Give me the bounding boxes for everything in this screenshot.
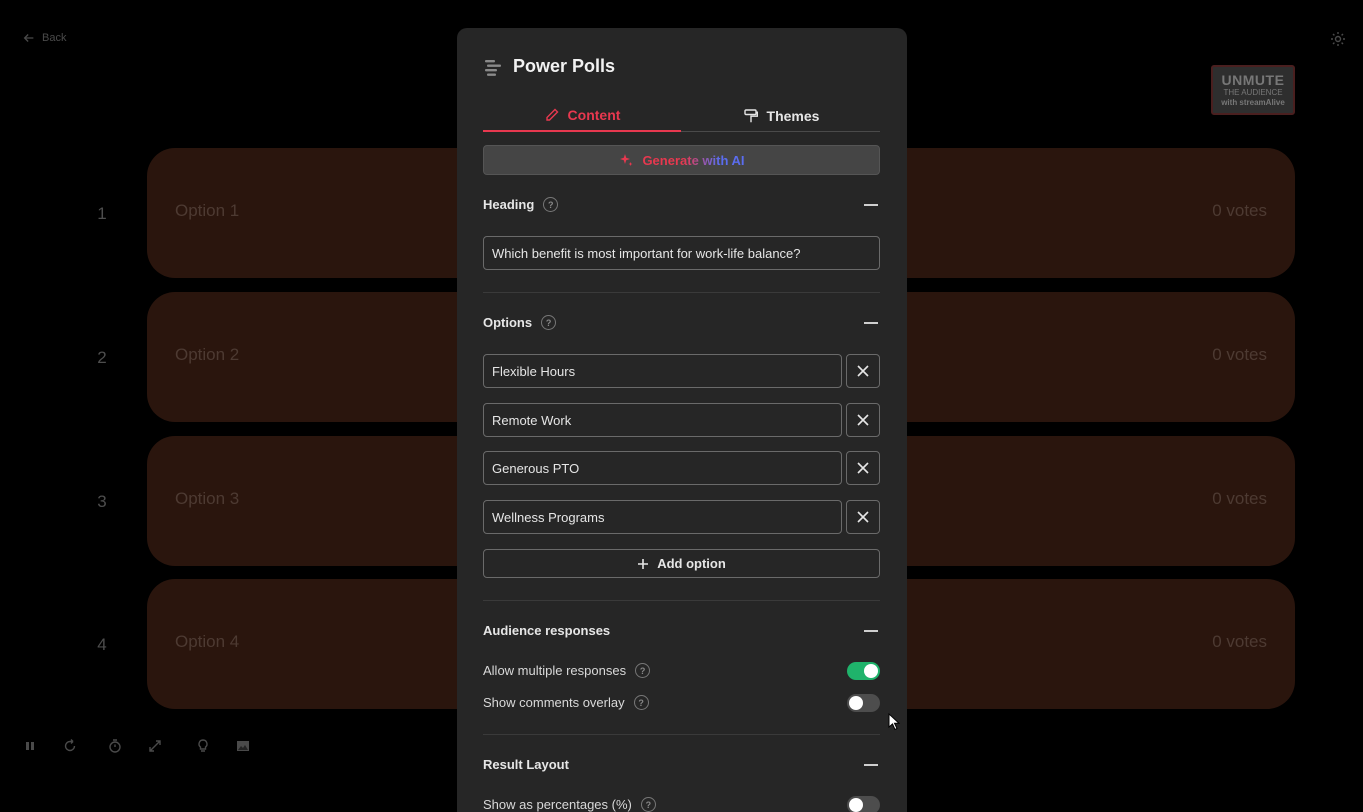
streamalive-logo: UNMUTE THE AUDIENCE with streamAlive <box>1211 65 1295 115</box>
paint-roller-icon <box>743 109 758 123</box>
remove-option-button[interactable] <box>846 500 880 534</box>
plus-icon <box>638 558 649 569</box>
timer-button[interactable] <box>107 738 123 754</box>
collapse-heading-button[interactable] <box>864 204 878 206</box>
back-button[interactable]: Back <box>22 31 66 45</box>
row-number: 2 <box>97 348 107 367</box>
row-number: 3 <box>97 492 107 511</box>
option-input[interactable]: Flexible Hours <box>483 354 842 388</box>
help-icon[interactable]: ? <box>543 197 559 212</box>
remove-option-button[interactable] <box>846 403 880 437</box>
power-polls-panel: Power Polls Content Themes Generate with… <box>457 28 907 812</box>
expand-icon <box>149 740 161 752</box>
collapse-options-button[interactable] <box>864 322 878 324</box>
help-icon[interactable]: ? <box>640 797 656 812</box>
poll-row-votes: 0 votes <box>1212 632 1267 651</box>
allow-multiple-toggle[interactable] <box>847 662 880 680</box>
poll-row-label: Option 4 <box>175 632 240 651</box>
panel-header: Power Polls <box>483 56 615 77</box>
option-input[interactable]: Wellness Programs <box>483 500 842 534</box>
poll-row-votes: 0 votes <box>1212 345 1267 364</box>
tab-themes-label: Themes <box>766 108 820 124</box>
result-layout-section-title: Result Layout <box>483 757 569 772</box>
poll-row-votes: 0 votes <box>1212 201 1267 220</box>
image-button[interactable] <box>235 738 251 754</box>
lightbulb-icon <box>198 739 208 752</box>
divider <box>483 734 880 735</box>
generate-label: Generate with AI <box>642 152 745 168</box>
lightbulb-button[interactable] <box>195 738 211 754</box>
row-number: 4 <box>97 635 107 654</box>
collapse-result-layout-button[interactable] <box>864 764 878 766</box>
toggle-knob <box>849 696 863 710</box>
result-layout-title: Result Layout <box>483 757 569 772</box>
sparkles-icon <box>620 154 633 166</box>
heading-input[interactable]: Which benefit is most important for work… <box>483 236 880 270</box>
back-label: Back <box>42 32 67 44</box>
audience-title: Audience responses <box>483 623 611 638</box>
show-percentages-row: Show as percentages (%) ? <box>483 797 656 812</box>
tab-themes[interactable]: Themes <box>682 100 880 132</box>
toggle-knob <box>864 664 878 678</box>
show-percentages-label: Show as percentages (%) <box>483 797 632 812</box>
remove-option-button[interactable] <box>846 451 880 485</box>
options-section-title: Options ? <box>483 315 557 330</box>
divider <box>483 292 880 293</box>
mouse-cursor-icon <box>888 713 900 731</box>
close-icon <box>857 365 869 377</box>
add-option-label: Add option <box>657 556 726 571</box>
panel-title: Power Polls <box>513 56 616 76</box>
logo-line-1: UNMUTE <box>1221 72 1285 88</box>
option-input[interactable]: Remote Work <box>483 403 842 437</box>
show-percentages-toggle[interactable] <box>847 796 880 812</box>
tab-content-label: Content <box>567 107 621 123</box>
audience-section-title: Audience responses <box>483 623 610 638</box>
help-icon[interactable]: ? <box>541 315 557 330</box>
pause-icon <box>26 742 34 750</box>
show-comments-toggle[interactable] <box>847 694 880 712</box>
heading-section-title: Heading ? <box>483 197 559 212</box>
help-icon[interactable]: ? <box>635 663 651 678</box>
close-icon <box>857 414 869 426</box>
gear-icon[interactable] <box>1330 31 1346 47</box>
row-number: 1 <box>97 204 107 223</box>
show-comments-label: Show comments overlay <box>483 695 625 710</box>
refresh-button[interactable] <box>62 738 78 754</box>
allow-multiple-row: Allow multiple responses ? <box>483 663 651 678</box>
heading-title: Heading <box>483 197 535 212</box>
logo-line-3: with streamAlive <box>1221 98 1285 107</box>
polls-icon <box>485 59 501 76</box>
pause-button[interactable] <box>22 738 38 754</box>
expand-button[interactable] <box>147 738 163 754</box>
refresh-icon <box>64 739 76 752</box>
remove-option-button[interactable] <box>846 354 880 388</box>
arrow-left-icon <box>23 34 34 42</box>
tab-content[interactable]: Content <box>483 100 681 132</box>
collapse-audience-button[interactable] <box>864 630 878 632</box>
help-icon[interactable]: ? <box>633 695 649 710</box>
divider <box>483 600 880 601</box>
allow-multiple-label: Allow multiple responses <box>483 663 627 678</box>
options-title: Options <box>483 315 533 330</box>
pencil-icon <box>545 108 559 121</box>
timer-icon <box>109 739 121 753</box>
logo-line-2: THE AUDIENCE <box>1223 88 1283 97</box>
option-input[interactable]: Generous PTO <box>483 451 842 485</box>
poll-row-label: Option 2 <box>175 345 240 364</box>
close-icon <box>857 462 869 474</box>
tab-bar: Content Themes <box>483 100 880 132</box>
add-option-button[interactable]: Add option <box>483 549 880 578</box>
generate-with-ai-button[interactable]: Generate with AI <box>483 145 880 175</box>
show-comments-row: Show comments overlay ? <box>483 695 649 710</box>
poll-row-label: Option 3 <box>175 489 240 508</box>
close-icon <box>857 511 869 523</box>
poll-row-votes: 0 votes <box>1212 489 1267 508</box>
image-icon <box>237 741 249 751</box>
poll-row-label: Option 1 <box>175 201 240 220</box>
toggle-knob <box>849 798 863 812</box>
